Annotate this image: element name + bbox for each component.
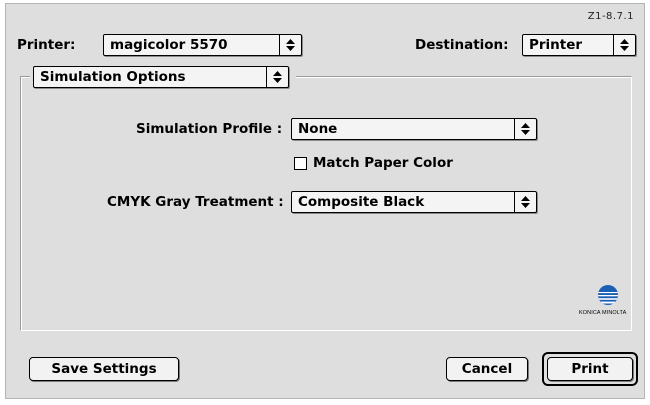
printer-label: Printer: (17, 37, 76, 53)
up-down-arrows-icon (279, 35, 301, 55)
print-dialog: Z1-8.7.1 Printer: magicolor 5570 Destina… (5, 3, 645, 399)
match-paper-color-checkbox[interactable] (294, 157, 307, 170)
simulation-profile-label: Simulation Profile : (136, 121, 283, 137)
match-paper-color-label[interactable]: Match Paper Color (313, 155, 453, 171)
cmyk-gray-treatment-select[interactable]: Composite Black (291, 191, 537, 213)
up-down-arrows-icon (514, 119, 536, 139)
cmyk-gray-treatment-value: Composite Black (298, 194, 425, 210)
up-down-arrows-icon (514, 192, 536, 212)
konica-minolta-logo-text: KONICA MINOLTA (579, 310, 627, 316)
panel-select[interactable]: Simulation Options (33, 66, 289, 88)
cancel-button[interactable]: Cancel (446, 357, 528, 381)
save-settings-button[interactable]: Save Settings (29, 357, 179, 381)
simulation-profile-value: None (298, 121, 338, 137)
printer-select[interactable]: magicolor 5570 (103, 34, 302, 56)
up-down-arrows-icon (613, 35, 635, 55)
destination-select[interactable]: Printer (522, 34, 636, 56)
destination-label: Destination: (415, 37, 509, 53)
cmyk-gray-treatment-label: CMYK Gray Treatment : (107, 194, 284, 210)
konica-minolta-logo-icon (597, 284, 619, 310)
panel-select-value: Simulation Options (40, 69, 186, 85)
up-down-arrows-icon (266, 67, 288, 87)
printer-select-value: magicolor 5570 (110, 37, 228, 53)
simulation-profile-select[interactable]: None (291, 118, 537, 140)
version-label: Z1-8.7.1 (587, 11, 634, 22)
print-button[interactable]: Print (547, 357, 633, 381)
destination-select-value: Printer (529, 37, 583, 53)
